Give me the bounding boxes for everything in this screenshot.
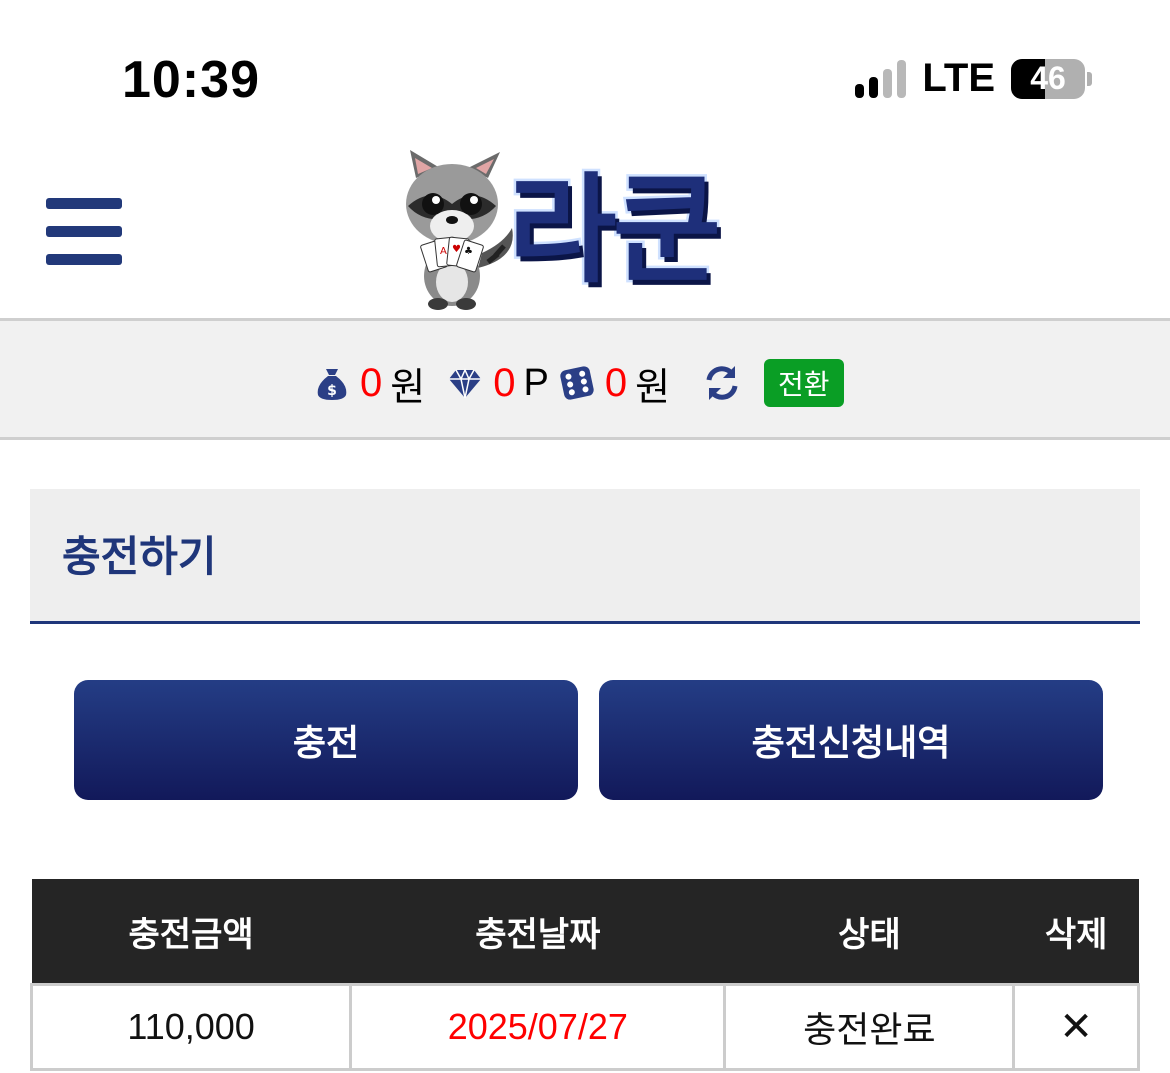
table-header-row: 충전금액 충전날짜 상태 삭제: [31, 879, 1139, 985]
svg-text:♣: ♣: [464, 246, 473, 257]
section-header: 충전하기: [30, 489, 1140, 624]
column-header-amount: 충전금액: [31, 879, 351, 985]
charge-history-table: 충전금액 충전날짜 상태 삭제 110,000 2025/07/27 충전완료 …: [29, 879, 1140, 1071]
logo-text: 라쿤: [505, 159, 723, 302]
status-indicators: LTE 46: [855, 56, 1092, 101]
page-title: 충전하기: [62, 532, 217, 581]
casino-balance-value: 0: [604, 360, 628, 405]
status-time: 10:39: [122, 51, 260, 109]
column-header-delete: 삭제: [1013, 879, 1139, 985]
column-header-status: 상태: [724, 879, 1014, 985]
cell-date: 2025/07/27: [349, 983, 727, 1071]
switch-button[interactable]: 전환: [764, 359, 844, 407]
tab-charge-history[interactable]: 충전신청내역: [599, 680, 1103, 800]
cell-amount: 110,000: [29, 983, 353, 1071]
refresh-icon[interactable]: [702, 363, 742, 403]
balance-bar: $ 0 원 0 P 0 원 전환: [0, 318, 1170, 440]
hamburger-menu-icon[interactable]: [46, 198, 124, 265]
delete-icon[interactable]: ✕: [1059, 1004, 1093, 1050]
battery-tip: [1087, 71, 1092, 86]
point-balance-unit: P: [523, 361, 549, 404]
balance-row: $ 0 원 0 P 0 원 전환: [314, 355, 844, 411]
tab-charge[interactable]: 충전: [74, 680, 578, 800]
svg-text:♥: ♥: [452, 244, 461, 255]
cellular-signal-icon: [855, 59, 907, 98]
money-balance-value: 0: [360, 360, 383, 405]
battery-icon: 46: [1011, 58, 1085, 99]
point-balance-value: 0: [493, 360, 516, 405]
column-header-date: 충전날짜: [350, 879, 725, 985]
svg-text:A: A: [440, 246, 447, 257]
casino-balance-unit: 원: [635, 366, 671, 409]
raccoon-mascot-icon: A ♥ ♣: [406, 150, 513, 310]
status-bar: 10:39 LTE 46: [0, 0, 1170, 140]
diamond-icon: [449, 368, 482, 399]
money-bag-icon: $: [317, 369, 347, 400]
table-row: 110,000 2025/07/27 충전완료 ✕: [29, 983, 1140, 1071]
battery-percent: 46: [1030, 60, 1066, 96]
site-header: A ♥ ♣ 라쿤: [0, 140, 1170, 318]
money-balance-unit: 원: [390, 366, 426, 409]
dice-icon: [560, 366, 594, 400]
network-type: LTE: [922, 56, 995, 100]
cell-status: 충전완료: [723, 983, 1016, 1071]
svg-text:$: $: [327, 383, 337, 399]
site-logo[interactable]: A ♥ ♣ 라쿤: [400, 148, 770, 313]
cell-delete: ✕: [1012, 983, 1140, 1071]
